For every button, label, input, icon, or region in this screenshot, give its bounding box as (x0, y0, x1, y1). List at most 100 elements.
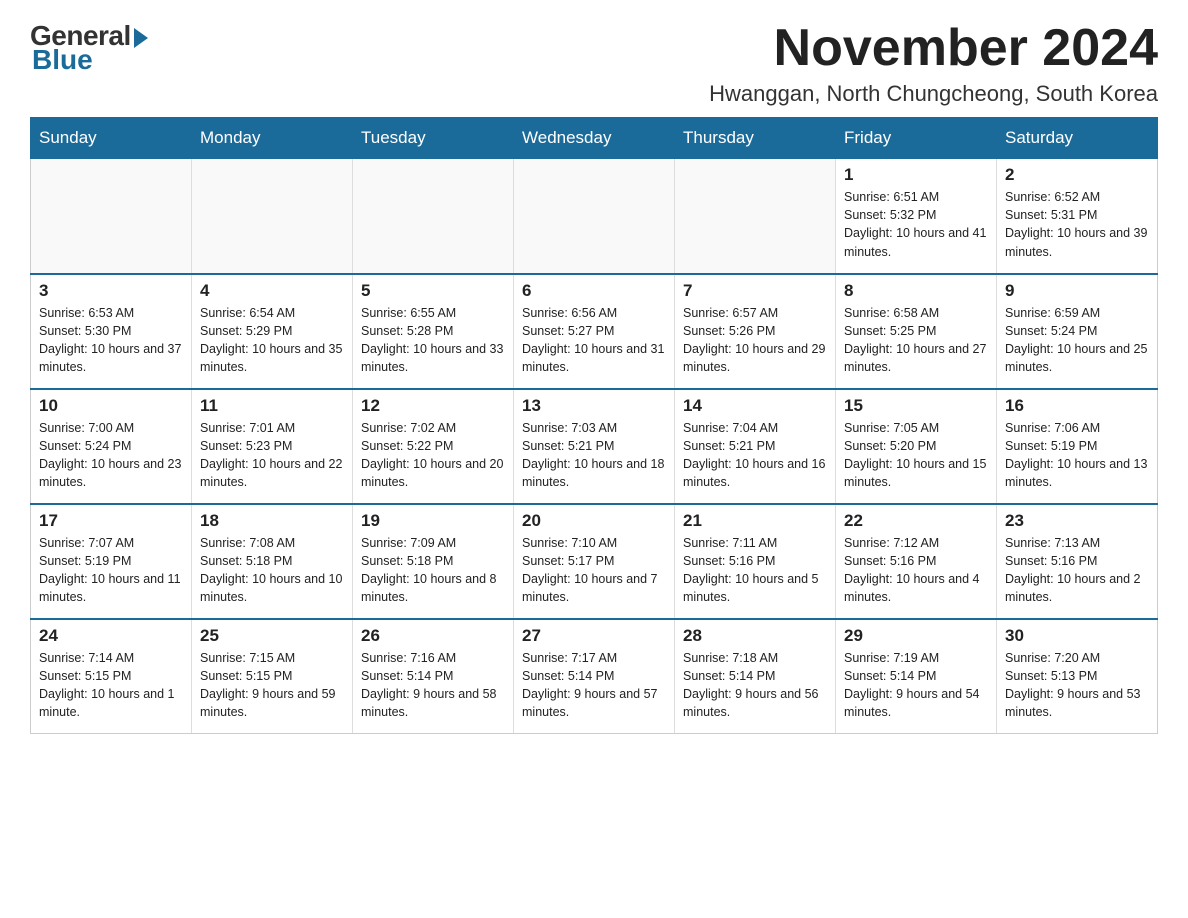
day-number: 2 (1005, 165, 1149, 185)
day-number: 11 (200, 396, 344, 416)
weekday-header-tuesday: Tuesday (353, 118, 514, 159)
day-number: 27 (522, 626, 666, 646)
calendar-cell: 11 Sunrise: 7:01 AMSunset: 5:23 PMDayligh… (192, 389, 353, 504)
day-number: 4 (200, 281, 344, 301)
day-info: Sunrise: 6:51 AMSunset: 5:32 PMDaylight:… (844, 188, 988, 261)
day-number: 28 (683, 626, 827, 646)
calendar-cell: 1 Sunrise: 6:51 AMSunset: 5:32 PMDaylight… (836, 159, 997, 274)
calendar-cell: 18 Sunrise: 7:08 AMSunset: 5:18 PMDayligh… (192, 504, 353, 619)
day-info: Sunrise: 6:52 AMSunset: 5:31 PMDaylight:… (1005, 188, 1149, 261)
calendar-cell: 28 Sunrise: 7:18 AMSunset: 5:14 PMDayligh… (675, 619, 836, 734)
calendar-cell: 4 Sunrise: 6:54 AMSunset: 5:29 PMDaylight… (192, 274, 353, 389)
day-number: 22 (844, 511, 988, 531)
day-number: 13 (522, 396, 666, 416)
day-number: 9 (1005, 281, 1149, 301)
day-info: Sunrise: 7:07 AMSunset: 5:19 PMDaylight:… (39, 534, 183, 607)
day-number: 26 (361, 626, 505, 646)
day-info: Sunrise: 7:10 AMSunset: 5:17 PMDaylight:… (522, 534, 666, 607)
day-info: Sunrise: 7:15 AMSunset: 5:15 PMDaylight:… (200, 649, 344, 722)
calendar-cell: 26 Sunrise: 7:16 AMSunset: 5:14 PMDayligh… (353, 619, 514, 734)
calendar-week-3: 10 Sunrise: 7:00 AMSunset: 5:24 PMDayligh… (31, 389, 1158, 504)
day-number: 5 (361, 281, 505, 301)
page-header: General Blue November 2024 Hwanggan, Nor… (30, 20, 1158, 107)
calendar-cell: 21 Sunrise: 7:11 AMSunset: 5:16 PMDayligh… (675, 504, 836, 619)
day-number: 18 (200, 511, 344, 531)
day-number: 8 (844, 281, 988, 301)
day-number: 6 (522, 281, 666, 301)
calendar-table: SundayMondayTuesdayWednesdayThursdayFrid… (30, 117, 1158, 734)
calendar-cell: 30 Sunrise: 7:20 AMSunset: 5:13 PMDayligh… (997, 619, 1158, 734)
calendar-cell: 19Sunrise: 7:09 AMSunset: 5:18 PMDayligh… (353, 504, 514, 619)
day-info: Sunrise: 6:58 AMSunset: 5:25 PMDaylight:… (844, 304, 988, 377)
calendar-cell: 22 Sunrise: 7:12 AMSunset: 5:16 PMDayligh… (836, 504, 997, 619)
calendar-cell: 13 Sunrise: 7:03 AMSunset: 5:21 PMDayligh… (514, 389, 675, 504)
calendar-cell: 24 Sunrise: 7:14 AMSunset: 5:15 PMDayligh… (31, 619, 192, 734)
day-number: 14 (683, 396, 827, 416)
calendar-cell: 3 Sunrise: 6:53 AMSunset: 5:30 PMDaylight… (31, 274, 192, 389)
logo: General Blue (30, 20, 148, 76)
calendar-week-1: 1 Sunrise: 6:51 AMSunset: 5:32 PMDaylight… (31, 159, 1158, 274)
calendar-cell: 6 Sunrise: 6:56 AMSunset: 5:27 PMDaylight… (514, 274, 675, 389)
day-number: 1 (844, 165, 988, 185)
day-number: 17 (39, 511, 183, 531)
calendar-cell (353, 159, 514, 274)
day-info: Sunrise: 7:05 AMSunset: 5:20 PMDaylight:… (844, 419, 988, 492)
day-info: Sunrise: 7:19 AMSunset: 5:14 PMDaylight:… (844, 649, 988, 722)
calendar-cell: 17 Sunrise: 7:07 AMSunset: 5:19 PMDayligh… (31, 504, 192, 619)
day-info: Sunrise: 7:09 AMSunset: 5:18 PMDaylight:… (361, 534, 505, 607)
logo-arrow-icon (134, 28, 148, 48)
calendar-cell: 16 Sunrise: 7:06 AMSunset: 5:19 PMDayligh… (997, 389, 1158, 504)
day-info: Sunrise: 7:01 AMSunset: 5:23 PMDaylight:… (200, 419, 344, 492)
day-info: Sunrise: 7:03 AMSunset: 5:21 PMDaylight:… (522, 419, 666, 492)
day-number: 3 (39, 281, 183, 301)
calendar-cell: 5 Sunrise: 6:55 AMSunset: 5:28 PMDaylight… (353, 274, 514, 389)
weekday-header-monday: Monday (192, 118, 353, 159)
day-number: 23 (1005, 511, 1149, 531)
calendar-cell (31, 159, 192, 274)
title-section: November 2024 Hwanggan, North Chungcheon… (709, 20, 1158, 107)
calendar-cell: 23 Sunrise: 7:13 AMSunset: 5:16 PMDayligh… (997, 504, 1158, 619)
day-info: Sunrise: 7:00 AMSunset: 5:24 PMDaylight:… (39, 419, 183, 492)
calendar-cell: 25Sunrise: 7:15 AMSunset: 5:15 PMDayligh… (192, 619, 353, 734)
calendar-cell: 15 Sunrise: 7:05 AMSunset: 5:20 PMDayligh… (836, 389, 997, 504)
calendar-week-4: 17 Sunrise: 7:07 AMSunset: 5:19 PMDayligh… (31, 504, 1158, 619)
day-info: Sunrise: 7:02 AMSunset: 5:22 PMDaylight:… (361, 419, 505, 492)
day-info: Sunrise: 7:16 AMSunset: 5:14 PMDaylight:… (361, 649, 505, 722)
calendar-cell: 20Sunrise: 7:10 AMSunset: 5:17 PMDayligh… (514, 504, 675, 619)
calendar-cell (192, 159, 353, 274)
day-number: 30 (1005, 626, 1149, 646)
day-info: Sunrise: 6:54 AMSunset: 5:29 PMDaylight:… (200, 304, 344, 377)
day-info: Sunrise: 6:55 AMSunset: 5:28 PMDaylight:… (361, 304, 505, 377)
day-number: 7 (683, 281, 827, 301)
day-number: 16 (1005, 396, 1149, 416)
day-info: Sunrise: 7:14 AMSunset: 5:15 PMDaylight:… (39, 649, 183, 722)
weekday-header-saturday: Saturday (997, 118, 1158, 159)
weekday-header-thursday: Thursday (675, 118, 836, 159)
day-info: Sunrise: 6:56 AMSunset: 5:27 PMDaylight:… (522, 304, 666, 377)
day-info: Sunrise: 6:53 AMSunset: 5:30 PMDaylight:… (39, 304, 183, 377)
day-number: 21 (683, 511, 827, 531)
calendar-cell: 14Sunrise: 7:04 AMSunset: 5:21 PMDayligh… (675, 389, 836, 504)
day-number: 24 (39, 626, 183, 646)
weekday-header-wednesday: Wednesday (514, 118, 675, 159)
day-info: Sunrise: 7:13 AMSunset: 5:16 PMDaylight:… (1005, 534, 1149, 607)
calendar-cell: 8 Sunrise: 6:58 AMSunset: 5:25 PMDaylight… (836, 274, 997, 389)
day-info: Sunrise: 7:11 AMSunset: 5:16 PMDaylight:… (683, 534, 827, 607)
day-info: Sunrise: 7:06 AMSunset: 5:19 PMDaylight:… (1005, 419, 1149, 492)
day-info: Sunrise: 7:12 AMSunset: 5:16 PMDaylight:… (844, 534, 988, 607)
month-title: November 2024 (709, 20, 1158, 77)
calendar-cell: 7Sunrise: 6:57 AMSunset: 5:26 PMDaylight… (675, 274, 836, 389)
calendar-cell: 9 Sunrise: 6:59 AMSunset: 5:24 PMDaylight… (997, 274, 1158, 389)
day-number: 29 (844, 626, 988, 646)
day-number: 10 (39, 396, 183, 416)
calendar-cell: 29 Sunrise: 7:19 AMSunset: 5:14 PMDayligh… (836, 619, 997, 734)
calendar-cell: 27Sunrise: 7:17 AMSunset: 5:14 PMDayligh… (514, 619, 675, 734)
location-title: Hwanggan, North Chungcheong, South Korea (709, 81, 1158, 107)
day-info: Sunrise: 6:59 AMSunset: 5:24 PMDaylight:… (1005, 304, 1149, 377)
day-info: Sunrise: 7:08 AMSunset: 5:18 PMDaylight:… (200, 534, 344, 607)
day-info: Sunrise: 7:18 AMSunset: 5:14 PMDaylight:… (683, 649, 827, 722)
day-number: 15 (844, 396, 988, 416)
day-info: Sunrise: 7:20 AMSunset: 5:13 PMDaylight:… (1005, 649, 1149, 722)
logo-blue-text: Blue (32, 44, 93, 76)
calendar-cell (675, 159, 836, 274)
